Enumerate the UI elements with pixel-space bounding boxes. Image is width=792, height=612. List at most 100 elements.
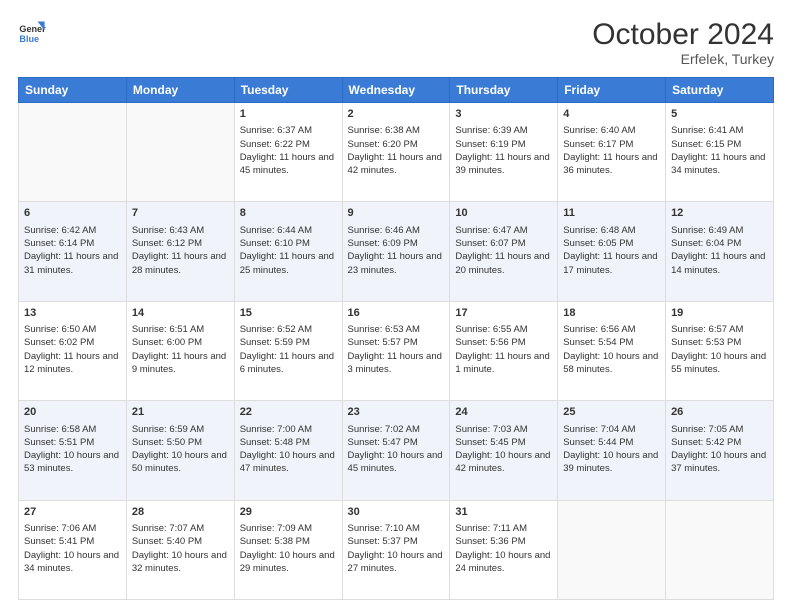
location: Erfelek, Turkey — [592, 51, 774, 67]
table-row: 20Sunrise: 6:58 AMSunset: 5:51 PMDayligh… — [19, 401, 127, 500]
sunset-text: Sunset: 6:19 PM — [455, 139, 525, 150]
sunrise-text: Sunrise: 6:43 AM — [132, 225, 204, 236]
daylight-text: Daylight: 10 hours and 47 minutes. — [240, 450, 335, 474]
sunset-text: Sunset: 5:59 PM — [240, 337, 310, 348]
table-row — [558, 500, 666, 599]
col-monday: Monday — [126, 78, 234, 103]
day-number: 31 — [455, 505, 552, 520]
sunset-text: Sunset: 5:41 PM — [24, 536, 94, 547]
day-number: 22 — [240, 405, 337, 420]
sunset-text: Sunset: 6:22 PM — [240, 139, 310, 150]
sunrise-text: Sunrise: 6:41 AM — [671, 125, 743, 136]
sunset-text: Sunset: 6:17 PM — [563, 139, 633, 150]
daylight-text: Daylight: 10 hours and 42 minutes. — [455, 450, 550, 474]
table-row: 25Sunrise: 7:04 AMSunset: 5:44 PMDayligh… — [558, 401, 666, 500]
sunrise-text: Sunrise: 6:52 AM — [240, 324, 312, 335]
daylight-text: Daylight: 10 hours and 34 minutes. — [24, 550, 119, 574]
day-number: 13 — [24, 306, 121, 321]
daylight-text: Daylight: 10 hours and 53 minutes. — [24, 450, 119, 474]
day-number: 26 — [671, 405, 768, 420]
sunset-text: Sunset: 6:20 PM — [348, 139, 418, 150]
day-number: 29 — [240, 505, 337, 520]
table-row: 29Sunrise: 7:09 AMSunset: 5:38 PMDayligh… — [234, 500, 342, 599]
sunset-text: Sunset: 5:51 PM — [24, 437, 94, 448]
daylight-text: Daylight: 11 hours and 17 minutes. — [563, 251, 657, 275]
sunrise-text: Sunrise: 6:39 AM — [455, 125, 527, 136]
sunrise-text: Sunrise: 6:40 AM — [563, 125, 635, 136]
sunrise-text: Sunrise: 6:46 AM — [348, 225, 420, 236]
sunset-text: Sunset: 5:54 PM — [563, 337, 633, 348]
table-row: 17Sunrise: 6:55 AMSunset: 5:56 PMDayligh… — [450, 301, 558, 400]
sunrise-text: Sunrise: 6:58 AM — [24, 424, 96, 435]
sunset-text: Sunset: 6:04 PM — [671, 238, 741, 249]
sunset-text: Sunset: 5:45 PM — [455, 437, 525, 448]
sunrise-text: Sunrise: 6:50 AM — [24, 324, 96, 335]
day-number: 15 — [240, 306, 337, 321]
sunset-text: Sunset: 5:47 PM — [348, 437, 418, 448]
header-row: Sunday Monday Tuesday Wednesday Thursday… — [19, 78, 774, 103]
table-row — [126, 103, 234, 202]
sunrise-text: Sunrise: 7:03 AM — [455, 424, 527, 435]
table-row: 8Sunrise: 6:44 AMSunset: 6:10 PMDaylight… — [234, 202, 342, 301]
table-row: 30Sunrise: 7:10 AMSunset: 5:37 PMDayligh… — [342, 500, 450, 599]
calendar-week-row: 20Sunrise: 6:58 AMSunset: 5:51 PMDayligh… — [19, 401, 774, 500]
sunrise-text: Sunrise: 6:53 AM — [348, 324, 420, 335]
day-number: 18 — [563, 306, 660, 321]
table-row: 23Sunrise: 7:02 AMSunset: 5:47 PMDayligh… — [342, 401, 450, 500]
sunrise-text: Sunrise: 7:11 AM — [455, 523, 527, 534]
day-number: 16 — [348, 306, 445, 321]
sunset-text: Sunset: 6:05 PM — [563, 238, 633, 249]
table-row: 14Sunrise: 6:51 AMSunset: 6:00 PMDayligh… — [126, 301, 234, 400]
sunrise-text: Sunrise: 6:57 AM — [671, 324, 743, 335]
daylight-text: Daylight: 11 hours and 36 minutes. — [563, 152, 657, 176]
daylight-text: Daylight: 10 hours and 24 minutes. — [455, 550, 550, 574]
daylight-text: Daylight: 11 hours and 9 minutes. — [132, 351, 226, 375]
sunrise-text: Sunrise: 6:56 AM — [563, 324, 635, 335]
sunrise-text: Sunrise: 7:06 AM — [24, 523, 96, 534]
col-saturday: Saturday — [666, 78, 774, 103]
header: General Blue October 2024 Erfelek, Turke… — [18, 18, 774, 67]
table-row: 19Sunrise: 6:57 AMSunset: 5:53 PMDayligh… — [666, 301, 774, 400]
table-row — [666, 500, 774, 599]
calendar-week-row: 6Sunrise: 6:42 AMSunset: 6:14 PMDaylight… — [19, 202, 774, 301]
sunrise-text: Sunrise: 7:00 AM — [240, 424, 312, 435]
sunset-text: Sunset: 6:12 PM — [132, 238, 202, 249]
table-row: 6Sunrise: 6:42 AMSunset: 6:14 PMDaylight… — [19, 202, 127, 301]
sunrise-text: Sunrise: 6:47 AM — [455, 225, 527, 236]
day-number: 3 — [455, 107, 552, 122]
day-number: 25 — [563, 405, 660, 420]
col-friday: Friday — [558, 78, 666, 103]
day-number: 30 — [348, 505, 445, 520]
sunrise-text: Sunrise: 7:04 AM — [563, 424, 635, 435]
daylight-text: Daylight: 11 hours and 45 minutes. — [240, 152, 334, 176]
sunrise-text: Sunrise: 7:02 AM — [348, 424, 420, 435]
day-number: 27 — [24, 505, 121, 520]
col-wednesday: Wednesday — [342, 78, 450, 103]
daylight-text: Daylight: 10 hours and 27 minutes. — [348, 550, 443, 574]
day-number: 10 — [455, 206, 552, 221]
day-number: 7 — [132, 206, 229, 221]
sunrise-text: Sunrise: 6:42 AM — [24, 225, 96, 236]
table-row: 31Sunrise: 7:11 AMSunset: 5:36 PMDayligh… — [450, 500, 558, 599]
sunset-text: Sunset: 5:53 PM — [671, 337, 741, 348]
day-number: 5 — [671, 107, 768, 122]
sunset-text: Sunset: 5:38 PM — [240, 536, 310, 547]
sunset-text: Sunset: 5:40 PM — [132, 536, 202, 547]
table-row: 22Sunrise: 7:00 AMSunset: 5:48 PMDayligh… — [234, 401, 342, 500]
daylight-text: Daylight: 11 hours and 1 minute. — [455, 351, 549, 375]
col-thursday: Thursday — [450, 78, 558, 103]
col-tuesday: Tuesday — [234, 78, 342, 103]
table-row: 26Sunrise: 7:05 AMSunset: 5:42 PMDayligh… — [666, 401, 774, 500]
daylight-text: Daylight: 10 hours and 58 minutes. — [563, 351, 658, 375]
sunrise-text: Sunrise: 6:49 AM — [671, 225, 743, 236]
daylight-text: Daylight: 11 hours and 31 minutes. — [24, 251, 118, 275]
calendar-week-row: 1Sunrise: 6:37 AMSunset: 6:22 PMDaylight… — [19, 103, 774, 202]
daylight-text: Daylight: 11 hours and 20 minutes. — [455, 251, 549, 275]
sunrise-text: Sunrise: 6:38 AM — [348, 125, 420, 136]
table-row: 2Sunrise: 6:38 AMSunset: 6:20 PMDaylight… — [342, 103, 450, 202]
daylight-text: Daylight: 11 hours and 42 minutes. — [348, 152, 442, 176]
day-number: 14 — [132, 306, 229, 321]
sunset-text: Sunset: 6:10 PM — [240, 238, 310, 249]
sunset-text: Sunset: 6:02 PM — [24, 337, 94, 348]
sunrise-text: Sunrise: 7:05 AM — [671, 424, 743, 435]
